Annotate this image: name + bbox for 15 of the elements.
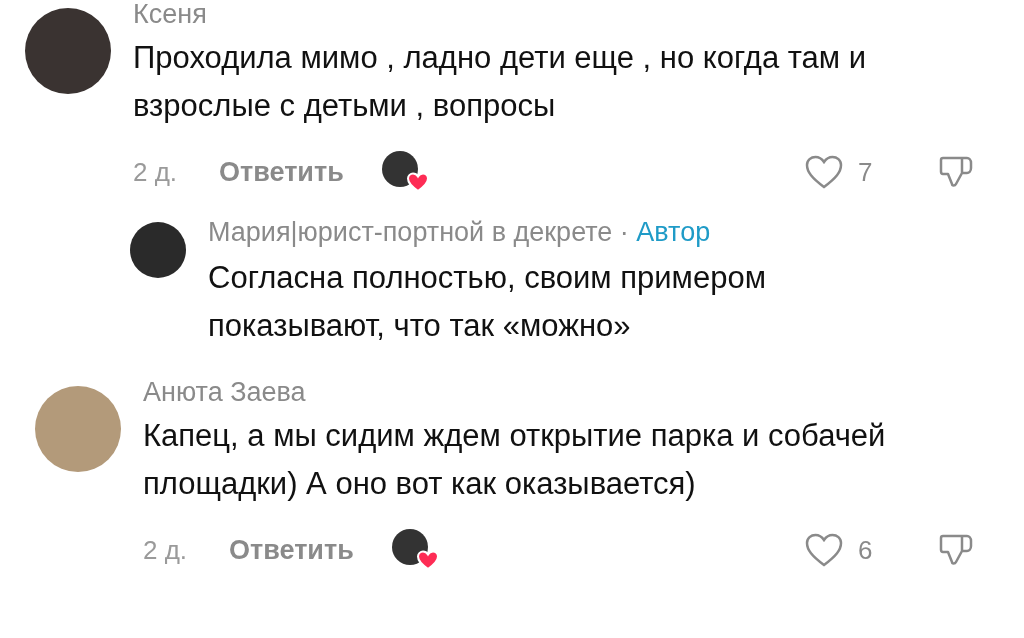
comment-text: Согласна полностью, своим примером показывают, что так «можно» [208,259,767,345]
avatar[interactable] [130,222,186,278]
comment-text: Капец, а мы сидим ждем открытие парка и собачей площадки) А оно вот как оказывается) [143,417,887,503]
like-button[interactable]: 7 [804,154,938,190]
username[interactable]: Мария|юрист-портной в декрете · Автор [208,214,984,250]
timestamp: 2 д. [133,156,179,188]
reply-button[interactable]: Ответить [219,156,344,188]
thumbs-down-icon[interactable] [938,532,974,568]
thumbs-down-icon[interactable] [938,154,974,190]
username[interactable]: Ксеня [133,0,984,32]
reply-button[interactable]: Ответить [229,534,354,566]
username[interactable]: Анюта Заева [143,374,984,410]
timestamp: 2 д. [143,534,189,566]
like-button[interactable]: 6 [804,532,938,568]
comment-text: Проходила мимо , ладно дети еще , но когда там и взрослые с детьми , вопросы [133,39,868,125]
